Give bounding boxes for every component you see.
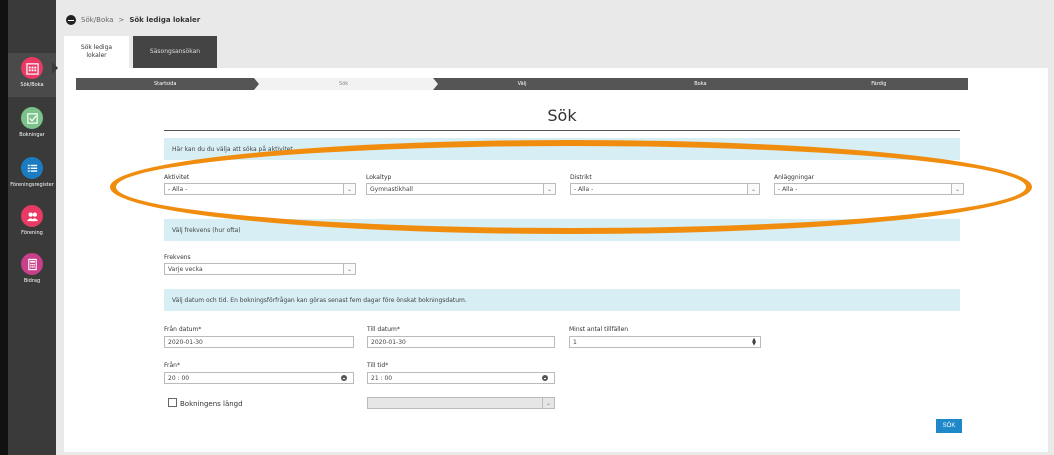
breadcrumb-separator: >: [118, 16, 125, 24]
from-date-input[interactable]: 2020-01-30: [164, 336, 354, 348]
main-card: [64, 68, 1048, 452]
step-label: Välj: [517, 81, 527, 87]
min-count-label: Minst antal tillfällen: [569, 326, 629, 333]
list-icon: [21, 157, 43, 179]
step-label: Sök: [339, 81, 349, 87]
step-arrow: [432, 78, 438, 90]
anlaggningar-label: Anläggningar: [774, 174, 815, 181]
info-text: Välj frekvens (hur ofta): [172, 226, 241, 234]
sidebar-item-forening[interactable]: Förening: [8, 205, 56, 236]
aktivitet-label: Aktivitet: [164, 174, 190, 181]
window-edge: [0, 0, 8, 455]
calendar-icon: [21, 57, 43, 79]
step-label: Startsida: [153, 81, 177, 87]
lokaltyp-label: Lokaltyp: [366, 174, 392, 181]
sidebar-item-foreningsregister[interactable]: Föreningsregister: [8, 157, 56, 188]
distrikt-label: Distrikt: [570, 174, 592, 181]
input-value: 2020-01-30: [371, 338, 406, 346]
sidebar-item-label: Bokningar: [19, 132, 45, 138]
lokaltyp-select[interactable]: Gymnastikhall ⌄: [366, 183, 556, 195]
chevron-down-icon: ⌄: [542, 398, 554, 408]
anlaggningar-select[interactable]: - Alla - ⌄: [774, 183, 964, 195]
calculator-icon: [21, 253, 43, 275]
chevron-down-icon[interactable]: ⌄: [343, 264, 355, 274]
input-value: 20 : 00: [168, 374, 190, 382]
select-value: Gymnastikhall: [370, 185, 413, 193]
step-label: Färdig: [871, 81, 887, 87]
info-box-date: Välj datum och tid. En bokningsförfrågan…: [164, 289, 960, 311]
step-arrow: [254, 78, 260, 90]
breadcrumb-parent[interactable]: Sök/Boka: [81, 16, 113, 24]
sidebar-item-bidrag[interactable]: Bidrag: [8, 253, 56, 284]
input-value: 21 : 00: [371, 374, 393, 382]
step-valj: Välj: [432, 78, 617, 90]
tab-sok-lediga-lokaler[interactable]: Sök lediga lokaler: [64, 36, 129, 68]
sidebar-item-label: Förening: [21, 230, 43, 236]
back-icon[interactable]: [66, 15, 76, 25]
clear-icon[interactable]: [542, 375, 548, 381]
min-count-stepper[interactable]: 1 ▲ ▼: [569, 336, 761, 348]
info-text: Välj datum och tid. En bokningsförfrågan…: [172, 296, 467, 304]
select-value: - Alla -: [778, 185, 798, 193]
search-button[interactable]: SÖK: [936, 419, 962, 433]
sidebar-item-label: Sök/Boka: [20, 82, 44, 88]
aktivitet-select[interactable]: - Alla - ⌄: [164, 183, 356, 195]
stepper-arrows-icon[interactable]: ▲ ▼: [752, 338, 756, 347]
booking-length-select: ⌄: [367, 397, 555, 409]
to-time-label: Till tid*: [367, 362, 389, 369]
booking-length-checkbox[interactable]: [168, 398, 177, 407]
distrikt-select[interactable]: - Alla - ⌄: [570, 183, 760, 195]
clear-icon[interactable]: [341, 375, 347, 381]
progress-steps: Startsida Sök Välj Boka Färdig: [76, 78, 969, 90]
info-box-filters: Här kan du du välja att söka på aktivite…: [164, 138, 960, 160]
sidebar-item-label: Bidrag: [23, 278, 41, 284]
step-fardig: Färdig: [789, 78, 969, 90]
chevron-down-icon[interactable]: ⌄: [543, 184, 555, 194]
page-title: Sök: [547, 106, 577, 125]
top-header: [56, 0, 1054, 30]
from-time-input[interactable]: 20 : 00: [164, 372, 354, 384]
chevron-down-icon[interactable]: ⌄: [343, 184, 355, 194]
info-box-frequency: Välj frekvens (hur ofta): [164, 219, 960, 241]
step-startsida[interactable]: Startsida: [76, 78, 260, 90]
tab-sasongsansokan[interactable]: Säsongsansökan: [133, 36, 217, 68]
select-value: - Alla -: [574, 185, 594, 193]
tab-label-line1: Sök lediga: [80, 44, 113, 51]
tab-label-line2: lokaler: [86, 52, 107, 59]
sidebar-item-label: Föreningsregister: [10, 182, 54, 188]
input-value: 2020-01-30: [168, 338, 203, 346]
sidebar-item-sok-boka[interactable]: Sök/Boka: [8, 57, 56, 88]
breadcrumb-current: Sök lediga lokaler: [129, 16, 201, 24]
checkbox-icon: [21, 107, 43, 129]
from-time-label: Från*: [164, 362, 180, 369]
to-time-input[interactable]: 21 : 00: [367, 372, 555, 384]
step-boka: Boka: [611, 78, 795, 90]
to-date-label: Till datum*: [367, 326, 400, 333]
booking-length-label: Bokningens längd: [180, 400, 243, 408]
people-icon: [21, 205, 43, 227]
step-arrow: [611, 78, 617, 90]
chevron-down-icon[interactable]: ⌄: [951, 184, 963, 194]
frekvens-select[interactable]: Varje vecka ⌄: [164, 263, 356, 275]
step-sok: Sök: [254, 78, 438, 90]
sidebar-item-bokningar[interactable]: Bokningar: [8, 107, 56, 138]
select-value: Varje vecka: [168, 265, 203, 273]
input-value: 1: [573, 338, 577, 346]
title-divider: [164, 130, 960, 131]
info-text: Här kan du du välja att söka på aktivite…: [172, 145, 293, 153]
sidebar: Sök/Boka Bokningar Föreningsregister För…: [8, 0, 58, 455]
select-value: - Alla -: [168, 185, 188, 193]
from-date-label: Från datum*: [164, 326, 202, 333]
step-arrow: [789, 78, 795, 90]
to-date-input[interactable]: 2020-01-30: [367, 336, 555, 348]
step-label: Boka: [694, 81, 707, 87]
frekvens-label: Frekvens: [164, 254, 191, 261]
tab-label: Säsongsansökan: [149, 48, 201, 55]
breadcrumb: Sök/Boka > Sök lediga lokaler: [81, 16, 200, 24]
chevron-down-icon[interactable]: ⌄: [747, 184, 759, 194]
